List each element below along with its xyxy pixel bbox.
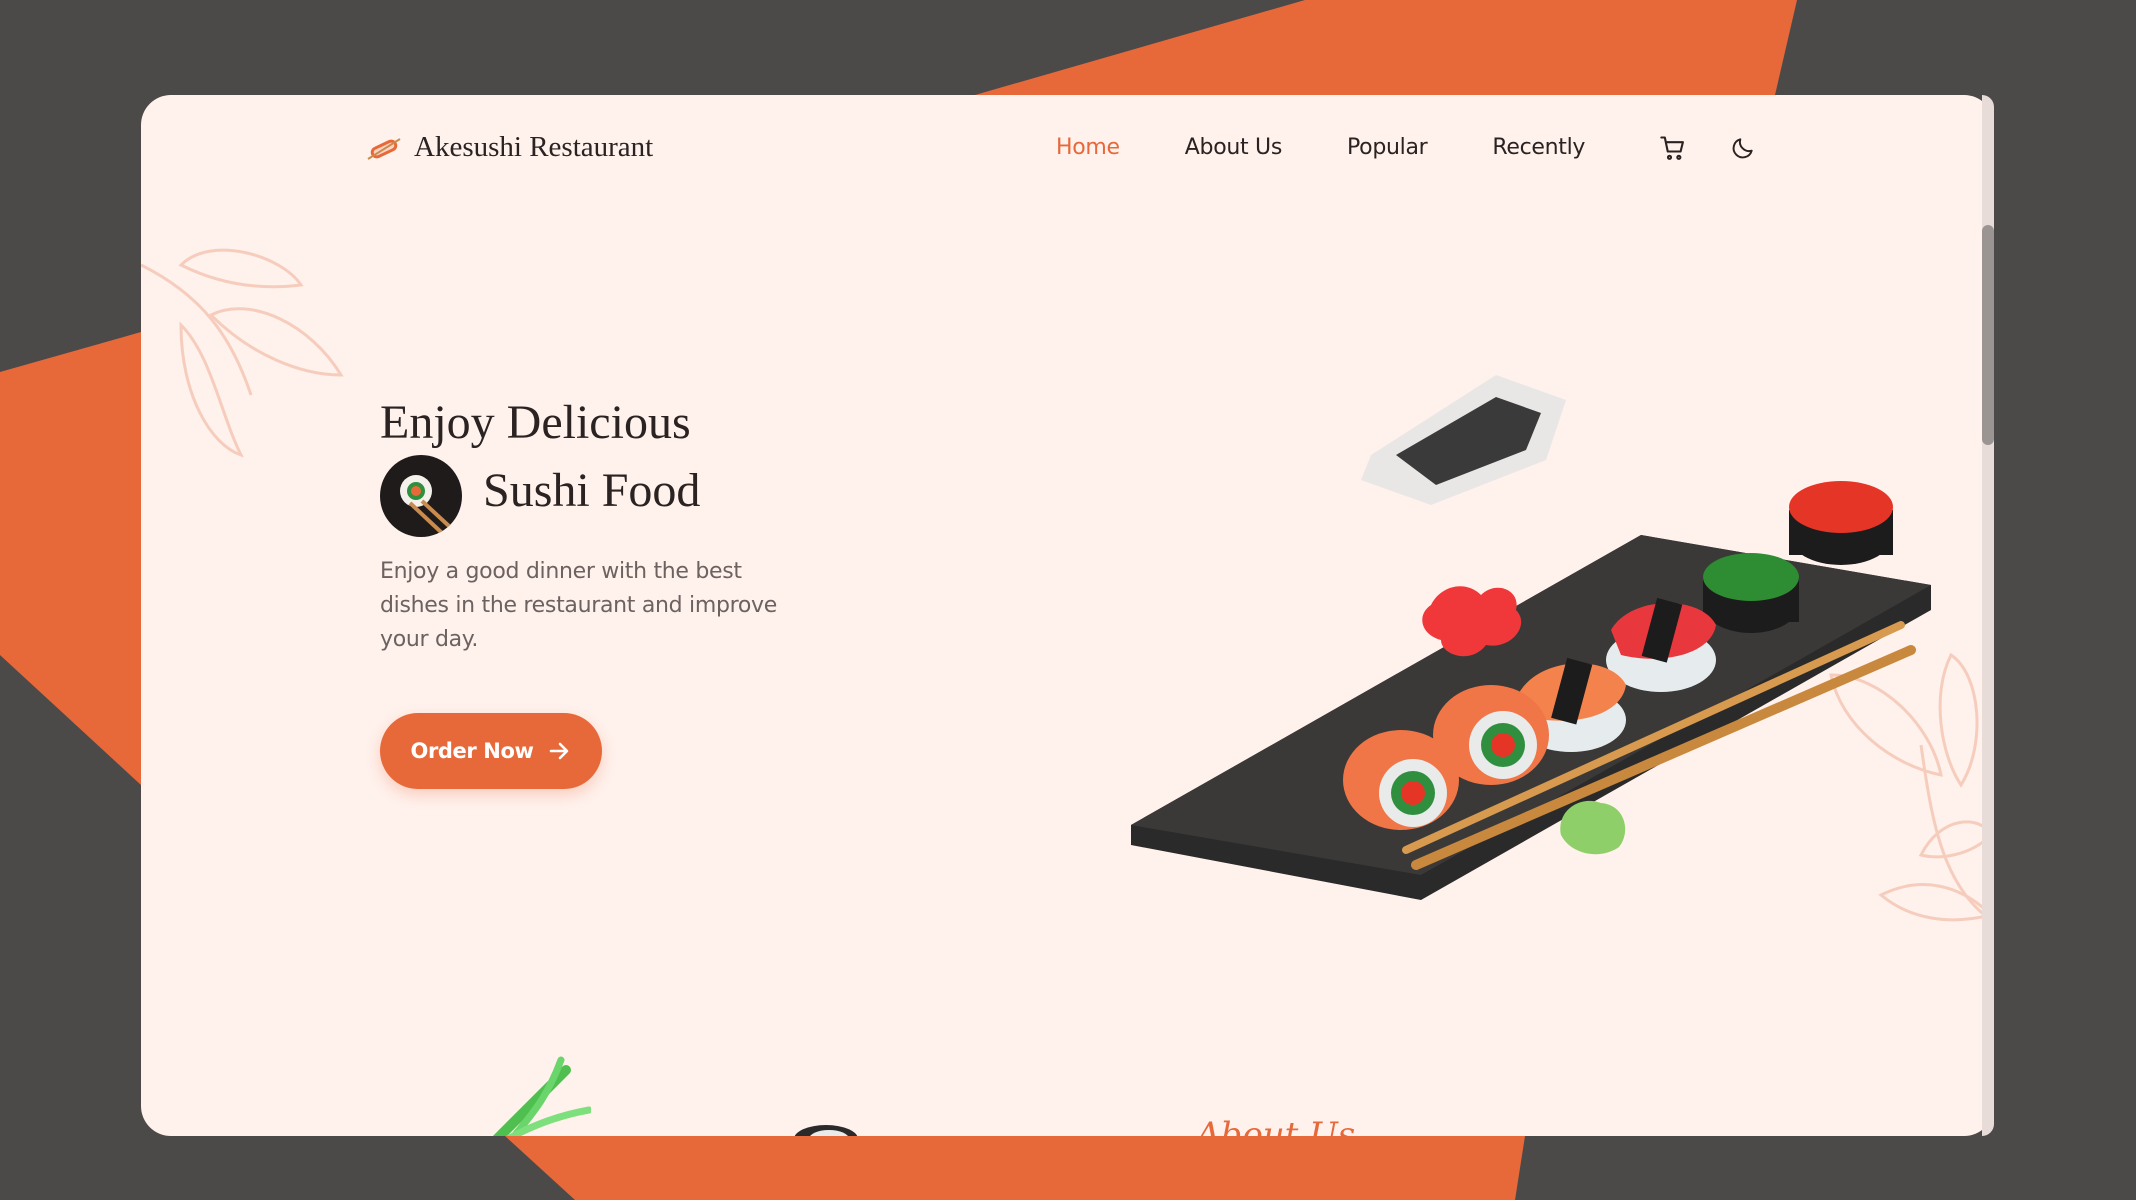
arrow-right-icon	[550, 742, 569, 760]
scrollbar-thumb[interactable]	[1982, 225, 1994, 445]
hero-description: Enjoy a good dinner with the best dishes…	[380, 559, 777, 652]
brand[interactable]: Akesushi Restaurant	[366, 131, 653, 164]
brand-name: Akesushi Restaurant	[414, 131, 654, 163]
nav-home[interactable]: Home	[1056, 135, 1120, 160]
sushi-avatar	[380, 455, 462, 537]
leaf-decoration-left	[141, 248, 344, 458]
nav-recently[interactable]: Recently	[1492, 135, 1585, 160]
hero-title-line1: Enjoy Delicious	[380, 396, 691, 449]
order-now-button[interactable]: Order Now	[380, 713, 602, 789]
theme-toggle-button[interactable]	[1726, 131, 1760, 165]
sushi-roll-image	[400, 475, 452, 535]
sushi-board-illustration	[1131, 375, 1931, 900]
hero-title-line2: Sushi Food	[483, 464, 701, 517]
cart-button[interactable]	[1656, 131, 1690, 165]
page-card: Akesushi Restaurant Home About Us Popula…	[141, 95, 1994, 1136]
nav-about-us[interactable]: About Us	[1185, 135, 1283, 160]
sushi-logo-icon	[367, 137, 401, 160]
order-now-label: Order Now	[410, 739, 534, 763]
nav-popular[interactable]: Popular	[1347, 135, 1428, 160]
leek-illustration	[492, 1056, 591, 1136]
about-us-heading-peek: About Us	[1196, 1115, 1356, 1136]
main-nav: Home About Us Popular Recently	[1056, 135, 1585, 160]
moon-icon	[1732, 138, 1753, 159]
sushi-peek-image	[794, 1125, 858, 1136]
cart-icon	[1660, 136, 1684, 160]
page-scrollbar[interactable]	[1982, 95, 1994, 1136]
